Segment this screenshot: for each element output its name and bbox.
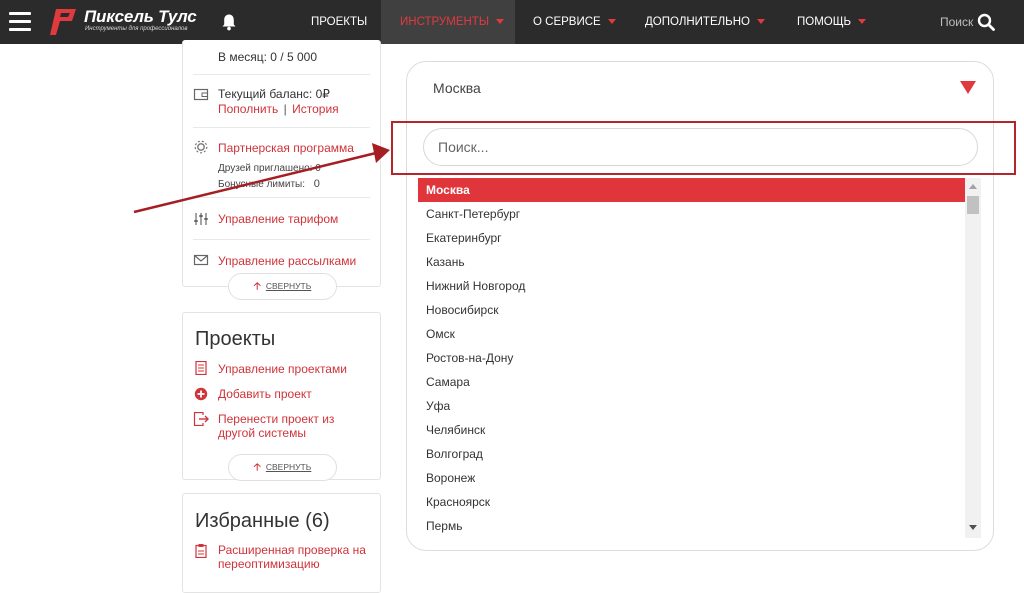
nav-additional[interactable]: Дополнительно: [645, 0, 765, 44]
list-item[interactable]: Воронеж: [418, 466, 965, 490]
collapse-account-button[interactable]: 🡡 свернуть: [228, 273, 337, 300]
logo-name[interactable]: Пиксель Тулс: [84, 7, 197, 27]
scroll-down-icon[interactable]: [969, 525, 977, 530]
partner-program-link[interactable]: Партнерская программа: [218, 141, 354, 155]
chevron-down-icon: [496, 19, 505, 24]
settings-icon: [194, 140, 208, 154]
arrow-up-icon: 🡡: [253, 462, 261, 473]
list-item[interactable]: Уфа: [418, 394, 965, 418]
balance-row: Текущий баланс: 0₽ Пополнить | История: [193, 75, 370, 128]
list-item[interactable]: Красноярск: [418, 490, 965, 514]
bonus-limits: Бонусные лимиты: 0: [218, 178, 320, 190]
monthly-limit-row: В месяц: 0 / 5 000: [193, 40, 370, 75]
import-icon: [193, 412, 209, 426]
tariff-link[interactable]: Управление тарифом: [218, 212, 338, 226]
list-item[interactable]: Пермь: [418, 514, 965, 538]
search-icon[interactable]: [977, 13, 995, 31]
scroll-up-icon[interactable]: [969, 184, 977, 189]
bonus-limits-value: 0: [313, 178, 320, 190]
bonus-limits-label: Бонусные лимиты:: [218, 179, 306, 190]
dropdown-selected-value[interactable]: Москва: [433, 80, 481, 96]
city-options-list[interactable]: Москва Санкт-Петербург Екатеринбург Казань Н…: [418, 178, 965, 538]
mailing-link[interactable]: Управление рассылками: [218, 254, 356, 268]
monthly-limit: В месяц: 0 / 5 000: [218, 50, 318, 64]
topup-link[interactable]: Пополнить: [218, 102, 278, 116]
list-item[interactable]: Челябинск: [418, 418, 965, 442]
history-link[interactable]: История: [292, 102, 339, 116]
list-item[interactable]: Новосибирск: [418, 298, 965, 322]
list-scrollbar[interactable]: [965, 178, 981, 538]
list-item[interactable]: Самара: [418, 370, 965, 394]
document-icon: [195, 361, 207, 375]
favorites-title: Избранные (6): [195, 510, 330, 532]
nav-search-label[interactable]: Поиск: [940, 0, 973, 44]
scrollbar-thumb[interactable]: [967, 196, 979, 214]
favorite-item-1[interactable]: Расширенная проверка на переоптимизацию: [218, 543, 368, 571]
projects-title: Проекты: [195, 328, 276, 350]
manage-projects-link[interactable]: Управление проектами: [218, 362, 347, 376]
balance-text: Текущий баланс: 0₽: [218, 87, 330, 101]
friends-invited: Друзей приглашено: 0: [218, 163, 321, 174]
city-search-input[interactable]: [423, 128, 978, 166]
chevron-down-icon: [858, 19, 867, 24]
clipboard-icon: [195, 544, 207, 558]
bell-icon[interactable]: [220, 13, 238, 31]
list-item[interactable]: Ростов-на-Дону: [418, 346, 965, 370]
logo-icon[interactable]: [50, 7, 78, 37]
sliders-icon: [194, 213, 208, 225]
tariff-row: Управление тарифом: [193, 198, 370, 240]
nav-help[interactable]: Помощь: [797, 0, 867, 44]
list-item[interactable]: Казань: [418, 250, 965, 274]
list-item[interactable]: Омск: [418, 322, 965, 346]
list-item[interactable]: Екатеринбург: [418, 226, 965, 250]
list-item[interactable]: Волгоград: [418, 442, 965, 466]
nav-about[interactable]: О сервисе: [533, 0, 616, 44]
add-project-link[interactable]: Добавить проект: [218, 387, 312, 401]
list-item[interactable]: Санкт-Петербург: [418, 202, 965, 226]
logo-tagline: Инструменты для профессионалов: [85, 26, 188, 32]
list-item[interactable]: Москва: [418, 178, 965, 202]
wallet-icon: [193, 88, 209, 101]
projects-card: Проекты Управление проектами Добавить пр…: [182, 312, 381, 481]
chevron-down-icon: [607, 19, 616, 24]
nav-projects[interactable]: Проекты: [311, 0, 367, 44]
arrow-up-icon: 🡡: [253, 281, 261, 292]
transfer-project-link[interactable]: Перенести проект из другой системы: [218, 412, 353, 440]
dropdown-toggle-icon[interactable]: [960, 81, 976, 94]
collapse-projects-button[interactable]: 🡡 свернуть: [228, 454, 337, 481]
top-navbar: Пиксель Тулс Инструменты для профессиона…: [0, 0, 1024, 44]
menu-icon[interactable]: [9, 12, 31, 32]
add-circle-icon: [194, 387, 208, 401]
list-item[interactable]: Нижний Новгород: [418, 274, 965, 298]
account-card: В месяц: 0 / 5 000 Текущий баланс: 0₽ По…: [182, 40, 381, 300]
mail-icon: [193, 254, 209, 266]
partner-row: Партнерская программа Друзей приглашено:…: [193, 128, 370, 198]
favorites-card: Избранные (6) Расширенная проверка на пе…: [182, 493, 381, 593]
nav-tools[interactable]: Инструменты: [381, 0, 515, 44]
chevron-down-icon: [756, 19, 765, 24]
link-separator: |: [283, 102, 287, 116]
